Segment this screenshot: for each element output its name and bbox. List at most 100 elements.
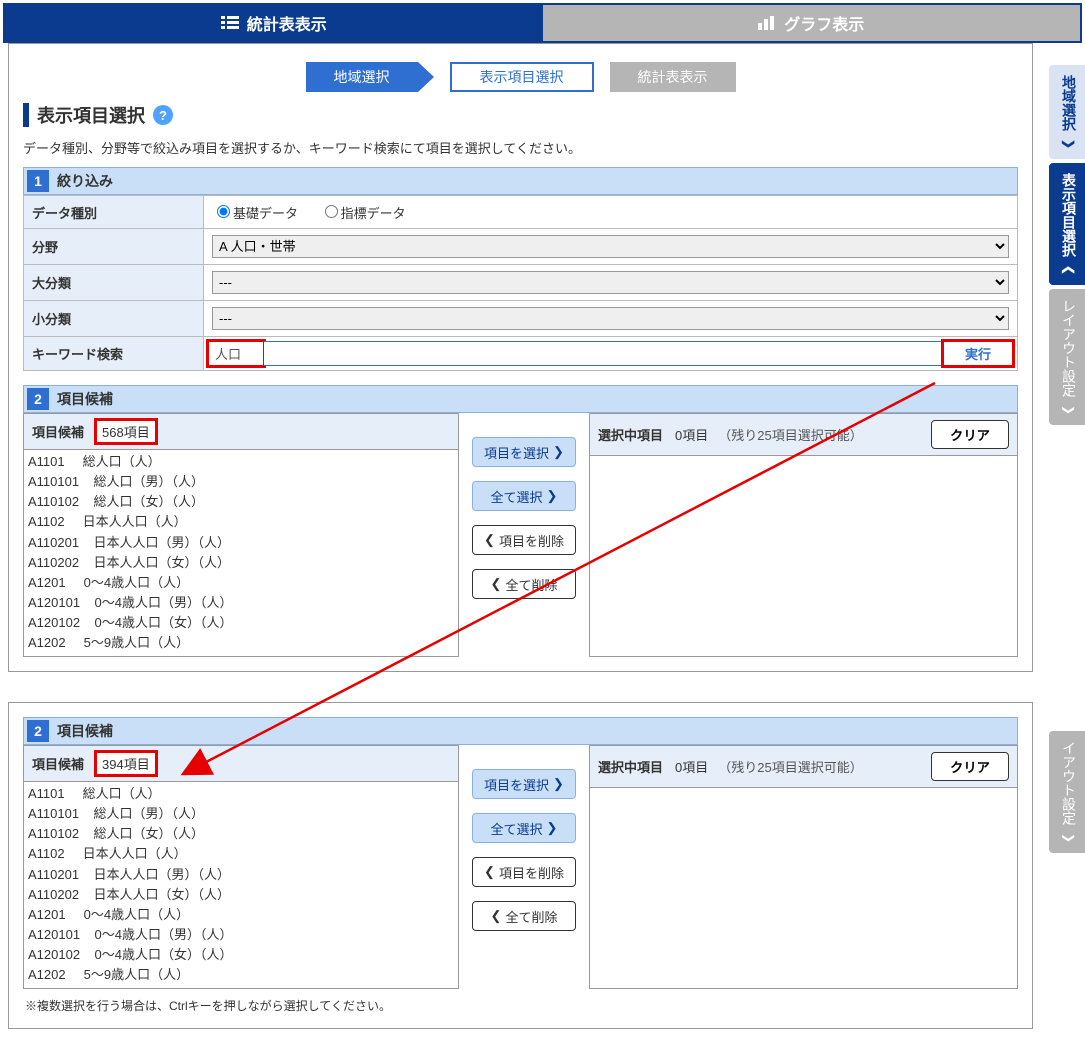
footnote: ※複数選択を行う場合は、Ctrlキーを押しながら選択してください。 <box>25 997 1018 1014</box>
chevron-right-icon: ❯ <box>553 444 564 460</box>
list-item[interactable]: A110201 日本人人口（男）（人） <box>28 865 454 885</box>
candidates-left: 項目候補 568項目 A1101 総人口（人）A110101 総人口（男）（人）… <box>23 413 459 657</box>
remove-all-button[interactable]: ❮全て削除 <box>472 569 576 599</box>
candidates-wrap-2: 項目候補 394項目 A1101 総人口（人）A110101 総人口（男）（人）… <box>23 745 1018 989</box>
select-all-button-2[interactable]: 全て選択❯ <box>472 813 576 843</box>
selected-label-2: 選択中項目 <box>598 757 663 776</box>
tab-graph-label: グラフ表示 <box>784 11 864 35</box>
dtype-radio-group: 基礎データ 指標データ <box>212 206 424 221</box>
cat2-label: 小分類 <box>24 301 204 337</box>
selected-note: （残り25項目選択可能） <box>718 425 862 444</box>
selected-head-2: 選択中項目 0項目 （残り25項目選択可能） クリア <box>590 746 1017 788</box>
list-icon <box>221 14 239 32</box>
tab-graph[interactable]: グラフ表示 <box>543 5 1081 41</box>
list-item[interactable]: A1101 総人口（人） <box>28 452 454 472</box>
block-num-2: 2 <box>27 388 49 410</box>
radio-basic[interactable]: 基礎データ <box>212 206 298 221</box>
clear-button-2[interactable]: クリア <box>931 752 1009 781</box>
kw-label: キーワード検索 <box>24 337 204 371</box>
selected-listbox-2[interactable] <box>590 788 1017 988</box>
list-item[interactable]: A120102 0～4歳人口（女）（人） <box>28 613 454 633</box>
cat1-label: 大分類 <box>24 265 204 301</box>
list-item[interactable]: A110202 日本人人口（女）（人） <box>28 885 454 905</box>
panel-main: 地域選択 表示項目選択 統計表表示 表示項目選択 ? データ種別、分野等で絞込み… <box>8 43 1033 672</box>
list-item[interactable]: A110102 総人口（女）（人） <box>28 492 454 512</box>
remove-item-button[interactable]: ❮項目を削除 <box>472 525 576 555</box>
cand-left-head: 項目候補 568項目 <box>24 414 458 450</box>
list-item[interactable]: A120101 0～4歳人口（男）（人） <box>28 925 454 945</box>
remove-all-button-2[interactable]: ❮全て削除 <box>472 901 576 931</box>
list-item[interactable]: A1202 5～9歳人口（人） <box>28 965 454 982</box>
chevron-left-icon: ❮ <box>484 532 495 548</box>
side-tabs-2: イアウト設定 ❯ <box>1049 731 1085 853</box>
help-icon[interactable]: ? <box>153 105 173 125</box>
block-cand-head-2: 2 項目候補 <box>23 717 1018 745</box>
block-filter: 1 絞り込み データ種別 基礎データ 指標データ 分野 A 人口・世帯 <box>23 167 1018 371</box>
list-item[interactable]: A120101 0～4歳人口（男）（人） <box>28 593 454 613</box>
side-tab-layout[interactable]: レイアウト設定 ❯ <box>1049 289 1085 425</box>
keyword-row: 実行 <box>208 341 1013 366</box>
cat2-select[interactable]: --- <box>212 307 1009 330</box>
select-item-button-2[interactable]: 項目を選択❯ <box>472 769 576 799</box>
chevron-right-icon: ❯ <box>1062 405 1076 415</box>
list-item[interactable]: A1102 日本人人口（人） <box>28 512 454 532</box>
side-tab-layout-2[interactable]: イアウト設定 ❯ <box>1049 731 1085 853</box>
radio-indicator[interactable]: 指標データ <box>320 206 406 221</box>
select-item-button[interactable]: 項目を選択❯ <box>472 437 576 467</box>
selected-label: 選択中項目 <box>598 425 663 444</box>
cand-count-568: 568項目 <box>96 420 156 443</box>
list-item[interactable]: A110101 総人口（男）（人） <box>28 472 454 492</box>
list-item[interactable]: A1202 5～9歳人口（人） <box>28 633 454 650</box>
title-bar <box>23 103 29 127</box>
candidates-listbox-2[interactable]: A1101 総人口（人）A110101 総人口（男）（人）A110102 総人口… <box>24 782 458 982</box>
selected-head: 選択中項目 0項目 （残り25項目選択可能） クリア <box>590 414 1017 456</box>
candidates-wrap: 項目候補 568項目 A1101 総人口（人）A110101 総人口（男）（人）… <box>23 413 1018 657</box>
select-all-button[interactable]: 全て選択❯ <box>472 481 576 511</box>
block-num-2b: 2 <box>27 720 49 742</box>
panel-result: 2 項目候補 項目候補 394項目 A1101 総人口（人）A110101 総人… <box>8 702 1033 1029</box>
keyword-input-ext[interactable] <box>264 341 943 366</box>
transfer-buttons-2: 項目を選択❯ 全て選択❯ ❮項目を削除 ❮全て削除 <box>469 745 579 989</box>
cand-left-label: 項目候補 <box>32 422 84 441</box>
step-items[interactable]: 表示項目選択 <box>450 62 594 92</box>
dtype-label: データ種別 <box>24 196 204 229</box>
list-item[interactable]: A120102 0～4歳人口（女）（人） <box>28 945 454 965</box>
candidates-listbox[interactable]: A1101 総人口（人）A110101 総人口（男）（人）A110102 総人口… <box>24 450 458 650</box>
tab-stat-label: 統計表表示 <box>247 11 327 35</box>
chevron-left-icon: ❮ <box>491 576 502 592</box>
filter-table: データ種別 基礎データ 指標データ 分野 A 人口・世帯 大分類 --- <box>23 195 1018 371</box>
selected-right: 選択中項目 0項目 （残り25項目選択可能） クリア <box>589 413 1018 657</box>
tab-stat-table[interactable]: 統計表表示 <box>5 5 543 41</box>
remove-item-button-2[interactable]: ❮項目を削除 <box>472 857 576 887</box>
cat1-select[interactable]: --- <box>212 271 1009 294</box>
candidates-left-2: 項目候補 394項目 A1101 総人口（人）A110101 総人口（男）（人）… <box>23 745 459 989</box>
list-item[interactable]: A110201 日本人人口（男）（人） <box>28 533 454 553</box>
step-region[interactable]: 地域選択 <box>306 62 418 92</box>
page-title: 表示項目選択 <box>37 102 145 128</box>
section-title-row: 表示項目選択 ? <box>23 102 1018 128</box>
clear-button[interactable]: クリア <box>931 420 1009 449</box>
execute-button[interactable]: 実行 <box>943 341 1013 366</box>
block-filter-title: 絞り込み <box>57 171 113 191</box>
selected-listbox[interactable] <box>590 456 1017 656</box>
section-description: データ種別、分野等で絞込み項目を選択するか、キーワード検索にて項目を選択してくだ… <box>23 138 1018 157</box>
list-item[interactable]: A110101 総人口（男）（人） <box>28 804 454 824</box>
keyword-input[interactable] <box>208 341 264 366</box>
list-item[interactable]: A1201 0～4歳人口（人） <box>28 573 454 593</box>
list-item[interactable]: A1102 日本人人口（人） <box>28 844 454 864</box>
chevron-right-icon: ❯ <box>1062 139 1076 149</box>
side-tab-items[interactable]: 表示項目選択 ❮ <box>1049 163 1085 285</box>
list-item[interactable]: A110102 総人口（女）（人） <box>28 824 454 844</box>
selected-note-2: （残り25項目選択可能） <box>718 757 862 776</box>
chevron-right-icon: ❯ <box>1062 833 1076 843</box>
cand-left-label-2: 項目候補 <box>32 754 84 773</box>
selected-count: 0項目 <box>675 425 708 444</box>
step-stat[interactable]: 統計表表示 <box>610 62 736 92</box>
list-item[interactable]: A1201 0～4歳人口（人） <box>28 905 454 925</box>
list-item[interactable]: A1101 総人口（人） <box>28 784 454 804</box>
field-select[interactable]: A 人口・世帯 <box>212 235 1009 258</box>
list-item[interactable]: A110202 日本人人口（女）（人） <box>28 553 454 573</box>
chevron-left-icon: ❮ <box>484 864 495 880</box>
side-tab-region[interactable]: 地域選択 ❯ <box>1049 65 1085 159</box>
cand-count-394: 394項目 <box>96 752 156 775</box>
